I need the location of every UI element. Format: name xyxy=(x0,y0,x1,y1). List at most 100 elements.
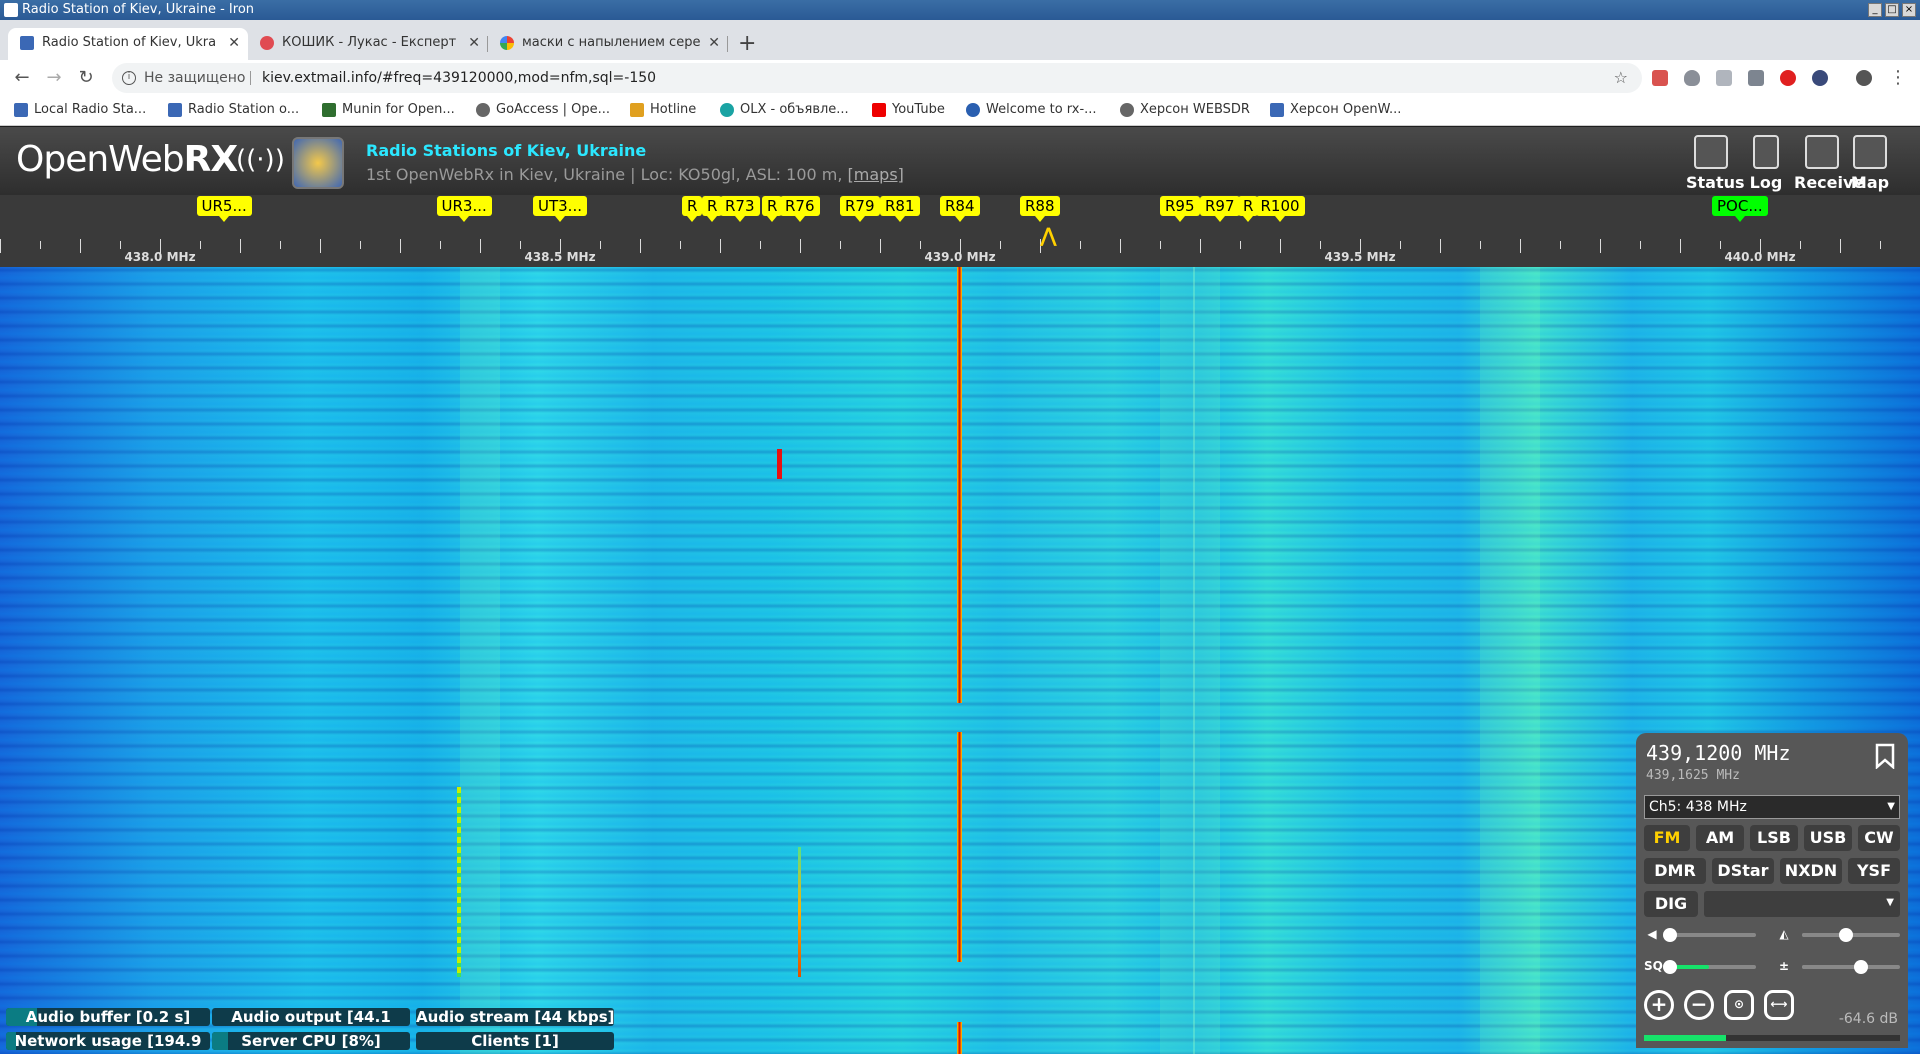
scale-label: 438.5 MHz xyxy=(524,250,596,264)
signal-trace-r84 xyxy=(957,267,962,703)
scale-tick xyxy=(1000,241,1001,249)
radio-icon xyxy=(1805,135,1839,169)
url-text[interactable]: kiev.extmail.info/#freq=439120000,mod=nf… xyxy=(262,63,656,93)
mode-usb-button[interactable]: USB xyxy=(1804,825,1852,851)
frequency-bookmark-8[interactable]: R79 xyxy=(840,196,880,222)
smeter-bar xyxy=(1644,1035,1900,1041)
bookmark-olx[interactable]: OLX - объявле... xyxy=(720,102,849,118)
digital-mode-select[interactable]: ▼ xyxy=(1704,891,1900,917)
bookmark-local-radio[interactable]: Local Radio Sta... xyxy=(14,102,146,118)
frequency-bookmark-11[interactable]: R88 xyxy=(1020,196,1060,222)
mode-dstar-button[interactable]: DStar xyxy=(1712,858,1774,884)
mode-fm-button[interactable]: FM xyxy=(1644,825,1690,851)
back-arrow-icon[interactable]: ← xyxy=(10,66,34,90)
frequency-bookmark-9[interactable]: R81 xyxy=(880,196,920,222)
extension-bank-icon[interactable] xyxy=(1748,70,1764,86)
zoom-to-center-icon[interactable]: ⊙ xyxy=(1724,990,1754,1020)
frequency-bookmark-13[interactable]: R97 xyxy=(1200,196,1240,222)
agc-slider[interactable] xyxy=(1802,960,1900,974)
maximize-icon[interactable]: □ xyxy=(1885,3,1899,17)
log-button[interactable]: Log xyxy=(1748,135,1784,192)
bookmark-icon[interactable] xyxy=(1874,743,1896,769)
tuned-frequency[interactable]: 439,1200 MHz xyxy=(1646,741,1791,765)
profile-avatar-icon[interactable] xyxy=(1856,70,1872,86)
window-controls: _ □ × xyxy=(1868,3,1916,17)
volume-slider[interactable] xyxy=(1663,928,1756,942)
squelch-icon[interactable]: SQ xyxy=(1644,958,1663,974)
reload-icon[interactable]: ↻ xyxy=(74,66,98,90)
extension-adblock-icon[interactable] xyxy=(1780,70,1796,86)
bookmark-munin[interactable]: Munin for Open... xyxy=(322,102,455,118)
tab-google-search[interactable]: маски с напылением сере ✕ xyxy=(488,28,728,60)
bookmark-kherson-websdr[interactable]: Херсон WEBSDR xyxy=(1120,102,1250,118)
squelch-knob[interactable] xyxy=(1663,960,1677,974)
noise-reduction-icon[interactable]: ◭ xyxy=(1776,926,1792,942)
frequency-bookmark-1[interactable]: UR3... xyxy=(436,196,492,222)
tab-koshik[interactable]: КОШИК - Лукас - Експерт ✕ xyxy=(248,28,488,60)
close-tab-icon[interactable]: ✕ xyxy=(468,28,480,58)
scale-label: 440.0 MHz xyxy=(1724,250,1796,264)
bookmark-rx-welcome[interactable]: Welcome to rx-... xyxy=(966,102,1097,118)
frequency-scale[interactable]: 438.0 MHz 438.5 MHz 439.0 MHz 439.5 MHz 440.… xyxy=(0,233,1920,267)
frequency-bookmark-5[interactable]: R73 xyxy=(720,196,760,222)
frequency-bookmark-16[interactable]: POC... xyxy=(1712,196,1768,222)
frequency-bookmark-0[interactable]: UR5... xyxy=(196,196,252,222)
minimize-icon[interactable]: _ xyxy=(1868,3,1882,17)
map-button[interactable]: Map xyxy=(1850,135,1890,192)
waterfall-display[interactable] xyxy=(0,267,1920,1054)
scale-tick xyxy=(120,241,121,249)
scale-tick xyxy=(360,241,361,249)
zoom-out-icon[interactable]: − xyxy=(1684,990,1714,1020)
frequency-bookmark-7[interactable]: R76 xyxy=(780,196,820,222)
tab-radio-station[interactable]: Radio Station of Kiev, Ukra ✕ xyxy=(8,28,248,60)
bookmark-star-icon[interactable]: ☆ xyxy=(1614,63,1628,93)
browser-menu-icon[interactable]: ⋮ xyxy=(1886,66,1910,90)
mode-nxdn-button[interactable]: NXDN xyxy=(1780,858,1842,884)
frequency-bookmark-12[interactable]: R95 xyxy=(1160,196,1200,222)
close-window-icon[interactable]: × xyxy=(1902,3,1916,17)
mode-am-button[interactable]: AM xyxy=(1696,825,1744,851)
close-tab-icon[interactable]: ✕ xyxy=(708,28,720,58)
frequency-bookmark-10[interactable]: R84 xyxy=(940,196,980,222)
agc-knob[interactable] xyxy=(1853,960,1868,974)
mode-dmr-button[interactable]: DMR xyxy=(1644,858,1706,884)
extension-ghost-icon[interactable] xyxy=(1716,70,1732,86)
maps-link[interactable]: [maps] xyxy=(848,165,904,184)
agc-icon[interactable]: ± xyxy=(1776,958,1792,974)
extension-shield-icon[interactable] xyxy=(1684,70,1700,86)
address-bar[interactable]: i Не защищено kiev.extmail.info/#freq=43… xyxy=(112,63,1642,93)
squelch-slider[interactable] xyxy=(1663,960,1756,974)
openwebrx-logo[interactable]: OpenWebRX xyxy=(16,139,238,180)
zoom-in-icon[interactable]: + xyxy=(1644,990,1674,1020)
scale-tick xyxy=(1600,239,1601,253)
status-button[interactable]: Status xyxy=(1686,135,1745,192)
mode-ysf-button[interactable]: YSF xyxy=(1848,858,1900,884)
tuning-marker-icon[interactable]: ⋀ xyxy=(1040,223,1057,247)
profile-select[interactable]: Ch5: 438 MHz ▼ xyxy=(1644,795,1900,819)
new-tab-plus-icon[interactable]: + xyxy=(738,32,756,56)
bookmark-radio-station[interactable]: Radio Station o... xyxy=(168,102,299,118)
extension-house-icon[interactable] xyxy=(1652,70,1668,86)
mode-lsb-button[interactable]: LSB xyxy=(1750,825,1798,851)
receiver-panel: 439,1200 MHz 439,1625 MHz Ch5: 438 MHz ▼ … xyxy=(1636,733,1908,1048)
receive-button[interactable]: Receive xyxy=(1794,135,1864,192)
mode-cw-button[interactable]: CW xyxy=(1858,825,1900,851)
noise-reduction-knob[interactable] xyxy=(1839,928,1854,942)
close-tab-icon[interactable]: ✕ xyxy=(228,28,240,58)
bookmark-kherson-openwebrx[interactable]: Херсон OpenW... xyxy=(1270,102,1401,118)
extension-vpn-icon[interactable] xyxy=(1812,70,1828,86)
forward-arrow-icon[interactable]: → xyxy=(42,66,66,90)
zoom-reset-icon[interactable]: ⟷ xyxy=(1764,990,1794,1020)
volume-knob[interactable] xyxy=(1663,928,1677,942)
site-info-icon[interactable]: i xyxy=(122,71,136,85)
bookmark-goaccess[interactable]: GoAccess | Ope... xyxy=(476,102,610,118)
bookmark-hotline[interactable]: Hotline xyxy=(630,102,696,118)
volume-icon[interactable]: ◀ xyxy=(1644,926,1660,942)
frequency-bookmark-15[interactable]: R100 xyxy=(1255,196,1305,222)
audio-stream-status: Audio stream [44 kbps] xyxy=(416,1008,614,1026)
frequency-bookmark-3[interactable]: R xyxy=(682,196,703,222)
noise-reduction-slider[interactable] xyxy=(1802,928,1900,942)
frequency-bookmark-2[interactable]: UT3... xyxy=(533,196,587,222)
mode-dig-button[interactable]: DIG xyxy=(1644,891,1698,917)
bookmark-youtube[interactable]: YouTube xyxy=(872,102,945,118)
